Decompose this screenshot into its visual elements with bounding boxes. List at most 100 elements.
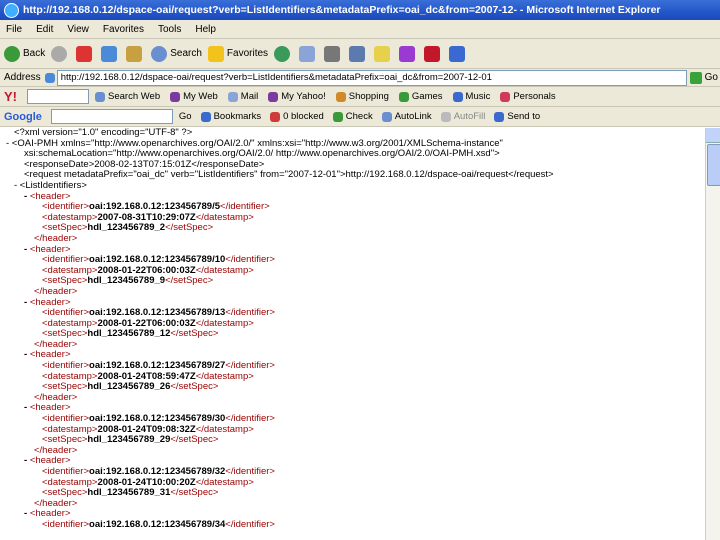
xml-tag: <setSpec>: [42, 381, 88, 393]
google-search-input[interactable]: [50, 109, 173, 124]
autofill-icon: [440, 111, 451, 122]
yahoo-music-button[interactable]: Music: [452, 91, 490, 102]
xml-list-identifiers-open[interactable]: - <ListIdentifiers>: [0, 180, 706, 192]
google-go-button[interactable]: Go: [179, 111, 192, 122]
yahoo-mail-button[interactable]: Mail: [227, 91, 258, 102]
research-icon: [449, 45, 466, 62]
menu-help[interactable]: Help: [195, 24, 216, 35]
refresh-button[interactable]: [101, 45, 120, 62]
menu-edit[interactable]: Edit: [36, 24, 53, 35]
xml-tag: <header>: [29, 402, 71, 414]
research-button[interactable]: [449, 45, 468, 62]
favorites-button[interactable]: Favorites: [207, 45, 268, 62]
yahoo-games-button[interactable]: Games: [398, 91, 443, 102]
xml-tag: </header>: [34, 338, 78, 350]
ie-icon: [4, 2, 19, 18]
spellcheck-icon: [332, 111, 343, 122]
yahoo-shopping-button[interactable]: Shopping: [335, 91, 389, 102]
google-check-button[interactable]: Check: [332, 111, 373, 122]
xml-setspec-value: hdl_123456789_31: [87, 487, 171, 499]
xml-tag: </setSpec>: [165, 275, 214, 287]
xml-tag: </setSpec>: [170, 434, 219, 446]
history-button[interactable]: [274, 45, 293, 62]
google-bookmarks-button[interactable]: Bookmarks: [200, 111, 261, 122]
xml-tag: </setSpec>: [170, 381, 219, 393]
xml-header-close: </header>: [0, 286, 706, 298]
xml-document-view: <?xml version="1.0" encoding="UTF-8" ?> …: [0, 128, 706, 540]
xml-tag: </datestamp>: [195, 476, 254, 488]
edit-button[interactable]: [349, 45, 368, 62]
xml-request: <request metadataPrefix="oai_dc" verb="L…: [24, 169, 554, 181]
xml-setspec: <setSpec>hdl_123456789_29</setSpec>: [0, 434, 706, 446]
address-input[interactable]: http://192.168.0.12/dspace-oai/request?v…: [56, 69, 687, 86]
scroll-thumb[interactable]: [707, 144, 720, 186]
print-button[interactable]: [324, 45, 343, 62]
yahoo-my-yahoo-button[interactable]: My Yahoo!: [268, 91, 326, 102]
history-icon: [274, 45, 291, 62]
xml-datestamp-value: 2008-01-22T06:00:03Z: [97, 264, 196, 276]
mail-button[interactable]: [299, 45, 318, 62]
xml-tag: </datestamp>: [195, 211, 254, 223]
yahoo-toolbar-button[interactable]: [424, 45, 443, 62]
yahoo-toolbar: Y! Search Web My Web Mail My Yahoo! Shop…: [0, 87, 720, 107]
xml-identifier-value: oai:192.168.0.12:123456789/27: [89, 360, 226, 372]
google-autolink-button[interactable]: AutoLink: [381, 111, 432, 122]
messenger-button[interactable]: [399, 45, 418, 62]
yahoo-my-web-button[interactable]: My Web: [170, 91, 218, 102]
discuss-button[interactable]: [374, 45, 393, 62]
menu-file[interactable]: File: [6, 24, 22, 35]
xml-setspec-value: hdl_123456789_29: [87, 434, 171, 446]
go-arrow-icon[interactable]: [689, 71, 702, 84]
yahoo-logo[interactable]: Y!: [4, 89, 17, 104]
yahoo-personals-button[interactable]: Personals: [500, 91, 556, 102]
menu-tools[interactable]: Tools: [158, 24, 181, 35]
xml-setspec: <setSpec>hdl_123456789_26</setSpec>: [0, 381, 706, 393]
go-button[interactable]: Go: [705, 72, 718, 83]
xml-header-list: - <header> <identifier>oai:192.168.0.12:1…: [0, 191, 706, 531]
xml-setspec-value: hdl_123456789_2: [87, 222, 166, 234]
xml-tag: <datestamp>: [42, 476, 98, 488]
refresh-icon: [101, 45, 118, 62]
vertical-scrollbar[interactable]: [705, 128, 720, 540]
xml-tag: <identifier>: [42, 307, 90, 319]
scroll-up-button[interactable]: [706, 128, 720, 143]
xml-tag: </identifier>: [225, 254, 275, 266]
xml-identifier-value: oai:192.168.0.12:123456789/13: [89, 307, 226, 319]
stop-button[interactable]: [76, 45, 95, 62]
google-popup-blocker[interactable]: 0 blocked: [270, 111, 324, 122]
games-icon: [398, 91, 409, 102]
window-titlebar: http://192.168.0.12/dspace-oai/request?v…: [0, 0, 720, 20]
xml-tag: <setSpec>: [42, 275, 88, 287]
xml-tag: <identifier>: [42, 360, 90, 372]
xml-tag: </identifier>: [225, 518, 275, 530]
xml-tag: <header>: [29, 349, 71, 361]
xml-setspec: <setSpec>hdl_123456789_12</setSpec>: [0, 328, 706, 340]
home-button[interactable]: [126, 45, 145, 62]
back-button[interactable]: Back: [4, 45, 45, 62]
star-icon: [200, 111, 211, 122]
menu-favorites[interactable]: Favorites: [103, 24, 144, 35]
google-autofill-button[interactable]: AutoFill: [440, 111, 485, 122]
xml-identifier-value: oai:192.168.0.12:123456789/5: [89, 201, 221, 213]
stop-icon: [76, 45, 93, 62]
xml-identifier-value: oai:192.168.0.12:123456789/34: [89, 518, 226, 530]
standard-toolbar: Back Search Favorites: [0, 39, 720, 69]
menu-view[interactable]: View: [67, 24, 89, 35]
forward-button[interactable]: [51, 45, 70, 62]
xml-header-close: </header>: [0, 498, 706, 510]
xml-tag: <identifier>: [42, 518, 90, 530]
messenger-icon: [399, 45, 416, 62]
printer-icon: [324, 45, 341, 62]
xml-tag: </identifier>: [225, 466, 275, 477]
block-icon: [270, 111, 281, 122]
google-logo[interactable]: Google: [4, 111, 42, 123]
yahoo-search-web-button[interactable]: Search Web: [95, 91, 160, 102]
yahoo-search-input[interactable]: [27, 89, 89, 104]
address-label: Address: [4, 72, 41, 83]
google-send-to-button[interactable]: Send to: [494, 111, 540, 122]
xml-tag: <datestamp>: [42, 317, 98, 329]
forward-arrow-icon: [51, 45, 68, 62]
shopping-icon: [335, 91, 346, 102]
search-button[interactable]: Search: [151, 45, 202, 62]
xml-tag: <header>: [29, 508, 71, 520]
